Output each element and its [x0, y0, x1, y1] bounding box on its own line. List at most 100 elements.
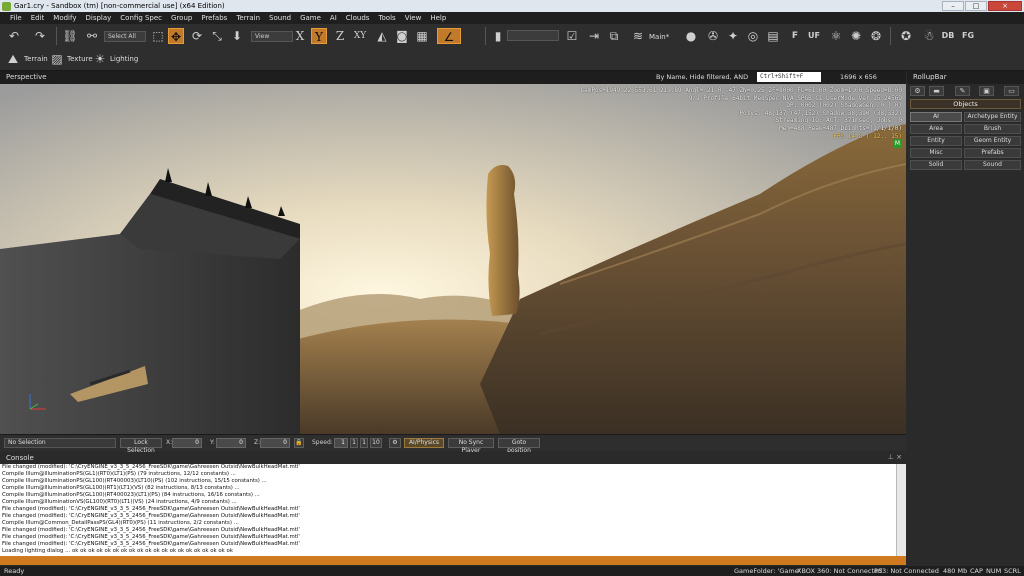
undo-icon[interactable]: ↶ [6, 28, 22, 44]
rollup-tab-terrain[interactable]: ▬ [929, 86, 944, 96]
ai-physics-icon[interactable]: ⚙ [389, 438, 401, 448]
lock-selection-button[interactable]: Lock Selection [120, 438, 162, 454]
network-icon[interactable]: ⚛ [828, 28, 844, 44]
object-solid-button[interactable]: Solid [910, 160, 962, 170]
object-prefabs-button[interactable]: Prefabs [964, 148, 1021, 158]
check-icon[interactable]: ☑ [564, 28, 580, 44]
minimize-button[interactable]: – [942, 1, 964, 11]
menu-terrain[interactable]: Terrain [236, 14, 260, 22]
select-all-dropdown[interactable]: Select All [104, 31, 146, 42]
terrain-icon[interactable]: ⛰ [5, 51, 21, 67]
camera-icon[interactable]: ◙ [394, 28, 410, 44]
close-button[interactable]: × [988, 1, 1022, 11]
console-scrollbar[interactable] [896, 464, 906, 556]
ai-physics-button[interactable]: AI/Physics [404, 438, 444, 448]
maximize-button[interactable]: □ [965, 1, 987, 11]
menu-display[interactable]: Display [85, 14, 111, 22]
viewport-name[interactable]: Perspective [6, 73, 47, 81]
texture-button[interactable]: Texture [67, 55, 93, 63]
object-misc-button[interactable]: Misc [910, 148, 962, 158]
goto-position-button[interactable]: Goto position [498, 438, 540, 454]
menu-clouds[interactable]: Clouds [346, 14, 370, 22]
rotate-icon[interactable]: ⟳ [189, 28, 205, 44]
terrain-button[interactable]: Terrain [24, 55, 48, 63]
object-geom-entity-button[interactable]: Geom Entity [964, 136, 1021, 146]
console-input[interactable] [0, 556, 906, 565]
no-sync-player-button[interactable]: No Sync Player [448, 438, 494, 454]
molecule-icon[interactable]: ✺ [848, 28, 864, 44]
axis-xy-button[interactable]: XY [352, 28, 368, 44]
unlink-icon[interactable]: ⚯ [84, 28, 100, 44]
console-output[interactable]: File changed (modified): 'C:\CryENGINE_v… [0, 464, 896, 556]
stack-icon[interactable]: ≋ [630, 28, 646, 44]
snap-value-dropdown[interactable] [507, 30, 559, 41]
y-coordinate-input[interactable]: 0 [216, 438, 246, 448]
rollup-tab-modify[interactable]: ✎ [955, 86, 970, 96]
terrain-snap-icon[interactable]: ⬇ [229, 28, 245, 44]
move-icon[interactable]: ✥ [168, 28, 184, 44]
reload-icon[interactable]: ✪ [898, 28, 914, 44]
rollup-tab-objects[interactable]: ⚙ [910, 86, 925, 96]
object-ai-button[interactable]: AI [910, 112, 962, 122]
menu-tools[interactable]: Tools [378, 14, 395, 22]
viewport-search-input[interactable]: Ctrl+Shift+F [757, 72, 821, 82]
z-coordinate-input[interactable]: 0 [260, 438, 290, 448]
material-icon[interactable]: ● [683, 28, 699, 44]
db-button[interactable]: DB [940, 28, 956, 44]
ref-coord-dropdown[interactable]: View [251, 31, 293, 42]
goto-icon[interactable]: ⇥ [586, 28, 602, 44]
layers-icon[interactable]: ⧉ [606, 28, 622, 44]
character-icon[interactable]: ◎ [745, 28, 761, 44]
axis-x-button[interactable]: X [292, 28, 308, 44]
menu-view[interactable]: View [405, 14, 422, 22]
redo-icon[interactable]: ↷ [32, 28, 48, 44]
menu-prefabs[interactable]: Prefabs [201, 14, 227, 22]
ui-flowgraph-button[interactable]: UF [806, 28, 822, 44]
axis-z-button[interactable]: Z [332, 28, 348, 44]
rollup-tab-display[interactable]: ▣ [979, 86, 994, 96]
grid-icon[interactable]: ▦ [414, 28, 430, 44]
fg-button[interactable]: FG [960, 28, 976, 44]
objects-section-header[interactable]: Objects [910, 99, 1021, 109]
ruler-icon[interactable]: ▮ [490, 28, 506, 44]
speed-preset-2[interactable]: 1 [360, 438, 368, 448]
lighting-button[interactable]: Lighting [110, 55, 138, 63]
brush-icon[interactable]: ✦ [725, 28, 741, 44]
menu-game[interactable]: Game [300, 14, 321, 22]
atom-icon[interactable]: ❂ [868, 28, 884, 44]
lighting-icon[interactable]: ☀ [92, 51, 108, 67]
object-brush-button[interactable]: Brush [964, 124, 1021, 134]
menu-config-spec[interactable]: Config Spec [120, 14, 162, 22]
object-archetype-entity-button[interactable]: Archetype Entity [964, 112, 1021, 122]
axis-y-button[interactable]: Y [311, 28, 327, 44]
link-icon[interactable]: ⛓ [62, 28, 78, 44]
select-icon[interactable]: ⬚ [150, 28, 166, 44]
object-entity-button[interactable]: Entity [910, 136, 962, 146]
figure-icon[interactable]: ☃ [921, 28, 937, 44]
scale-icon[interactable]: ⤡ [209, 28, 225, 44]
layer-dropdown[interactable]: Main* [649, 33, 669, 41]
menu-ai[interactable]: AI [330, 14, 337, 22]
texture-icon[interactable]: ▨ [49, 51, 65, 67]
menu-group[interactable]: Group [171, 14, 192, 22]
object-sound-button[interactable]: Sound [964, 160, 1021, 170]
database-icon[interactable]: ▤ [765, 28, 781, 44]
angle-snap-icon[interactable]: ∠ [437, 28, 461, 44]
menu-sound[interactable]: Sound [269, 14, 291, 22]
menu-modify[interactable]: Modify [53, 14, 76, 22]
speed-preset-1[interactable]: 1 [350, 438, 358, 448]
m-badge[interactable]: M [893, 139, 902, 148]
menu-edit[interactable]: Edit [31, 14, 45, 22]
speed-input[interactable]: 1 [334, 438, 348, 448]
menu-help[interactable]: Help [430, 14, 446, 22]
console-pin-icon[interactable]: ⊥ × [888, 453, 902, 461]
object-area-button[interactable]: Area [910, 124, 962, 134]
menu-file[interactable]: File [10, 14, 22, 22]
track-icon[interactable]: ✇ [705, 28, 721, 44]
snap-terrain-icon[interactable]: ◭ [374, 28, 390, 44]
perspective-viewport[interactable]: CamPos=1949.22 553.61 219.89 Angl= 21 0 … [0, 84, 906, 434]
speed-preset-10[interactable]: 10 [370, 438, 382, 448]
lock-icon[interactable]: 🔒 [294, 438, 304, 448]
flowgraph-f-button[interactable]: F [787, 28, 803, 44]
rollup-tab-layers[interactable]: ▭ [1004, 86, 1019, 96]
